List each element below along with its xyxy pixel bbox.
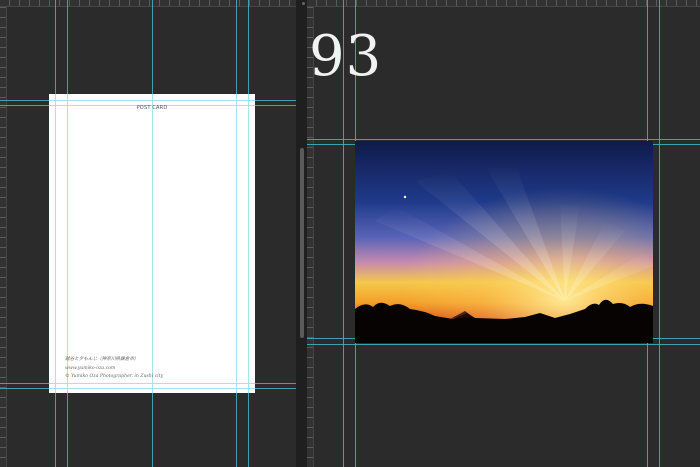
- sunset-photo[interactable]: [355, 141, 653, 343]
- vertical-scrollbar-thumb[interactable]: [300, 148, 304, 338]
- sunset-photo-image: [355, 141, 653, 343]
- pane-handle-icon[interactable]: [302, 2, 305, 5]
- postcard-artboard[interactable]: POST CARD 越谷と夕もんじ（神奈川県鎌倉市） www.yumiko-oz…: [49, 94, 255, 393]
- artboard-guide: [248, 94, 249, 393]
- artboard-guide: [152, 94, 153, 393]
- artboard-guide: [67, 94, 68, 393]
- artboard-guide: [49, 388, 255, 389]
- artboard-guide: [49, 100, 255, 101]
- artboard-guide: [49, 383, 255, 384]
- artboard-guide: [236, 94, 237, 393]
- left-document-canvas[interactable]: POST CARD 越谷と夕もんじ（神奈川県鎌倉市） www.yumiko-oz…: [0, 0, 296, 467]
- artboard-guide: [55, 94, 56, 393]
- page-number: 93: [309, 24, 383, 89]
- postcard-caption-website: www.yumiko-oza.com: [65, 366, 116, 371]
- horizontal-ruler[interactable]: [307, 0, 700, 7]
- postcard-caption-japanese: 越谷と夕もんじ（神奈川県鎌倉市）: [65, 357, 139, 362]
- postcard-title: POST CARD: [136, 105, 168, 111]
- postcard-caption-copyright: © Yumiko Oza Photographer, in Zushi city: [65, 374, 164, 379]
- horizontal-ruler[interactable]: [0, 0, 296, 7]
- vertical-ruler[interactable]: [0, 7, 7, 467]
- guide-horizontal[interactable]: [307, 344, 700, 345]
- guide-vertical[interactable]: [659, 0, 660, 467]
- guide-horizontal[interactable]: [307, 139, 700, 140]
